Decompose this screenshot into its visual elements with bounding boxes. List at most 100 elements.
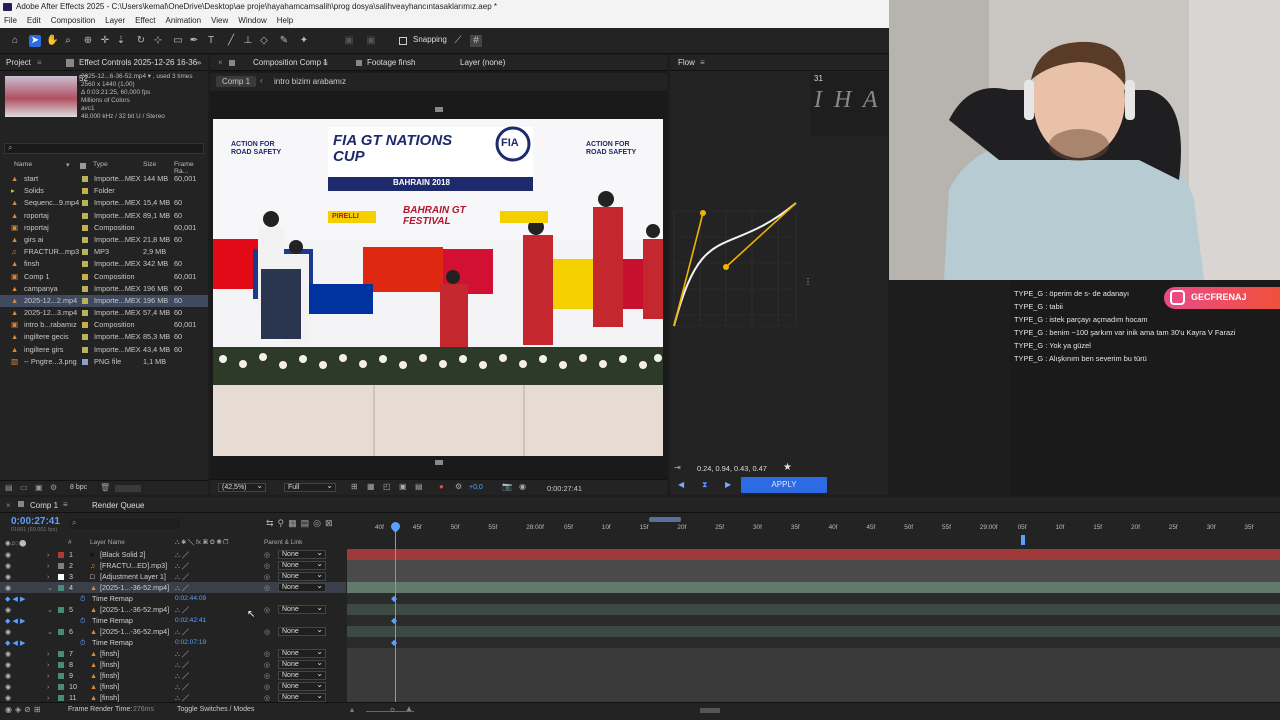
snap-options-icon[interactable]: ⟋ — [452, 35, 464, 47]
layer-label-color[interactable] — [58, 662, 64, 668]
time-remap-value[interactable]: 0:02:42:41 — [175, 615, 235, 626]
puppet-tool-icon[interactable]: ✦ — [298, 35, 310, 47]
expand-twirl-icon[interactable]: ⌄ — [47, 604, 53, 615]
visibility-eye-icon[interactable]: ◉ — [5, 670, 11, 681]
label-color-swatch[interactable] — [82, 273, 88, 280]
panel-overflow-icon[interactable]: » — [197, 55, 201, 71]
property-track[interactable]: ◆ — [347, 615, 1280, 626]
orbit-tool-icon[interactable]: ⊕ — [82, 35, 94, 47]
layer-duration-bar[interactable] — [347, 626, 1280, 637]
layer-label-color[interactable] — [58, 552, 64, 558]
keyframe-nav-icon[interactable]: ◆ ◀ ▶ — [5, 637, 26, 648]
project-item[interactable]: ▲ finsh Importe...MEX 342 MB 60 — [0, 258, 208, 270]
layer-row[interactable]: ◉ ⌄ 4 ▲ [2025-1...-36-52.mp4] ⛬ ╱ ◎ None — [0, 582, 346, 593]
magnification-dropdown[interactable]: (42,5%) — [218, 482, 266, 492]
layer-duration-bar[interactable] — [347, 659, 1280, 670]
layer-name[interactable]: [finsh] — [100, 659, 119, 670]
label-color-swatch[interactable] — [82, 346, 88, 353]
visibility-eye-icon[interactable]: ◉ — [5, 582, 11, 593]
menu-item-help[interactable]: Help — [277, 14, 293, 28]
column-name[interactable]: Name — [14, 161, 32, 168]
label-color-swatch[interactable] — [82, 212, 88, 219]
parent-pickwhip-icon[interactable]: ◎ — [264, 626, 270, 637]
project-item[interactable]: ♫ FRACTUR...mp3 MP3 2,9 MB — [0, 246, 208, 258]
label-color-swatch[interactable] — [82, 200, 88, 207]
lock-icon[interactable] — [229, 60, 235, 66]
menu-item-effect[interactable]: Effect — [135, 14, 155, 28]
parent-dropdown[interactable]: None — [278, 571, 326, 581]
rotate-tool-icon[interactable]: ↻ — [135, 35, 147, 47]
flow-more-icon[interactable]: ⋮ — [804, 277, 812, 286]
layer-switches[interactable]: ⛬ ╱ — [175, 604, 189, 615]
snap-grid-icon[interactable]: # — [470, 35, 482, 47]
layer-label-color[interactable] — [58, 585, 64, 591]
visibility-eye-icon[interactable]: ◉ — [5, 681, 11, 692]
hand-tool-icon[interactable]: ✋ — [46, 35, 58, 47]
label-color-swatch[interactable] — [82, 249, 88, 256]
expand-twirl-icon[interactable]: › — [47, 681, 49, 692]
expand-twirl-icon[interactable]: › — [47, 560, 49, 571]
tab-project[interactable]: Project — [6, 58, 31, 67]
timeline-footer-icons[interactable]: ◉◈⊘⊞ — [5, 705, 44, 714]
menu-item-window[interactable]: Window — [238, 14, 266, 28]
zoom-in-icon[interactable]: ▲ — [405, 704, 413, 713]
layer-label-color[interactable] — [58, 673, 64, 679]
label-color-swatch[interactable] — [82, 236, 88, 243]
resolution-dropdown[interactable]: Full — [284, 482, 336, 492]
new-composition-icon[interactable]: ▣ — [35, 483, 43, 492]
menu-item-layer[interactable]: Layer — [105, 14, 125, 28]
menu-item-composition[interactable]: Composition — [51, 14, 95, 28]
mask-visibility-icon[interactable]: ◰ — [383, 482, 391, 491]
keyframe-nav-icon[interactable]: ◆ ◀ ▶ — [5, 593, 26, 604]
home-icon[interactable]: ⌂ — [9, 35, 21, 47]
parent-dropdown[interactable]: None — [278, 681, 326, 691]
layer-row[interactable]: ◉ › 7 ▲ [finsh] ⛬ ╱ ◎ None — [0, 648, 346, 659]
layer-duration-bar[interactable] — [347, 560, 1280, 571]
tab-comp-1[interactable]: Comp 1 — [30, 501, 58, 510]
layer-switches[interactable]: ⛬ ╱ — [175, 549, 189, 560]
label-color-swatch[interactable] — [82, 261, 88, 268]
zoom-out-icon[interactable]: ▴ — [350, 705, 354, 714]
layer-switches[interactable]: ⛬ ╱ — [175, 681, 189, 692]
expand-twirl-icon[interactable]: › — [47, 659, 49, 670]
layer-name[interactable]: [2025-1...-36-52.mp4] — [100, 626, 169, 637]
stopwatch-icon[interactable]: ⏱ — [80, 637, 86, 648]
label-color-swatch[interactable] — [82, 310, 88, 317]
layer-switches[interactable]: ⛬ ╱ — [175, 560, 189, 571]
exposure-value[interactable]: +0,0 — [469, 484, 483, 491]
clone-stamp-tool-icon[interactable]: ⊥ — [242, 35, 254, 47]
time-remap-property[interactable]: ◆ ◀ ▶ ⏱ Time Remap — [0, 637, 346, 648]
layer-switches[interactable]: ⛬ ╱ — [175, 648, 189, 659]
project-item[interactable]: ▲ Sequenc...9.mp4 Importe...MEX 15,4 MB 60 — [0, 197, 208, 209]
project-search-input[interactable]: ⌕ — [4, 143, 204, 154]
project-item[interactable]: ▲ ingiltere gecis Importe...MEX 85,3 MB 60 — [0, 331, 208, 343]
transparency-grid-icon[interactable]: ▦ — [367, 482, 375, 491]
snapping-checkbox[interactable] — [399, 37, 407, 45]
current-time-indicator[interactable] — [395, 530, 396, 705]
tab-render-queue[interactable]: Render Queue — [92, 501, 144, 510]
parent-dropdown[interactable]: None — [278, 582, 326, 592]
label-color-swatch[interactable] — [82, 285, 88, 292]
layer-row[interactable]: ◉ › 3 □ [Adjustment Layer 1] ⛬ ╱ ◎ None — [0, 571, 346, 582]
parent-pickwhip-icon[interactable]: ◎ — [264, 549, 270, 560]
project-item[interactable]: ▲ campanya Importe...MEX 196 MB 60 — [0, 283, 208, 295]
label-color-swatch[interactable] — [82, 334, 88, 341]
parent-dropdown[interactable]: None — [278, 670, 326, 680]
property-track[interactable]: ◆ — [347, 637, 1280, 648]
project-item[interactable]: ▧ -- Pngtre...3.png PNG file 1,1 MB — [0, 356, 208, 368]
parent-dropdown[interactable]: None — [278, 626, 326, 636]
panel-menu-icon[interactable]: ≡ — [37, 55, 42, 71]
toggle-switches-modes[interactable]: Toggle Switches / Modes — [177, 706, 254, 713]
stopwatch-icon[interactable]: ⏱ — [80, 615, 86, 626]
label-color-swatch[interactable] — [82, 188, 88, 195]
breadcrumb-intro[interactable]: intro bizim arabamız — [274, 77, 346, 86]
layer-duration-bar[interactable] — [347, 670, 1280, 681]
label-color-swatch[interactable] — [82, 322, 88, 329]
parent-dropdown[interactable]: None — [278, 659, 326, 669]
column-size[interactable]: Size — [143, 161, 156, 168]
footage-lock-icon[interactable] — [356, 60, 362, 66]
column-type[interactable]: Type — [93, 161, 108, 168]
timeline-scrollbar[interactable] — [700, 708, 720, 713]
timeline-switch-icons[interactable]: ⇆⚲▦▤◎⊠ — [266, 518, 337, 529]
interpret-footage-icon[interactable]: ▤ — [5, 483, 13, 492]
